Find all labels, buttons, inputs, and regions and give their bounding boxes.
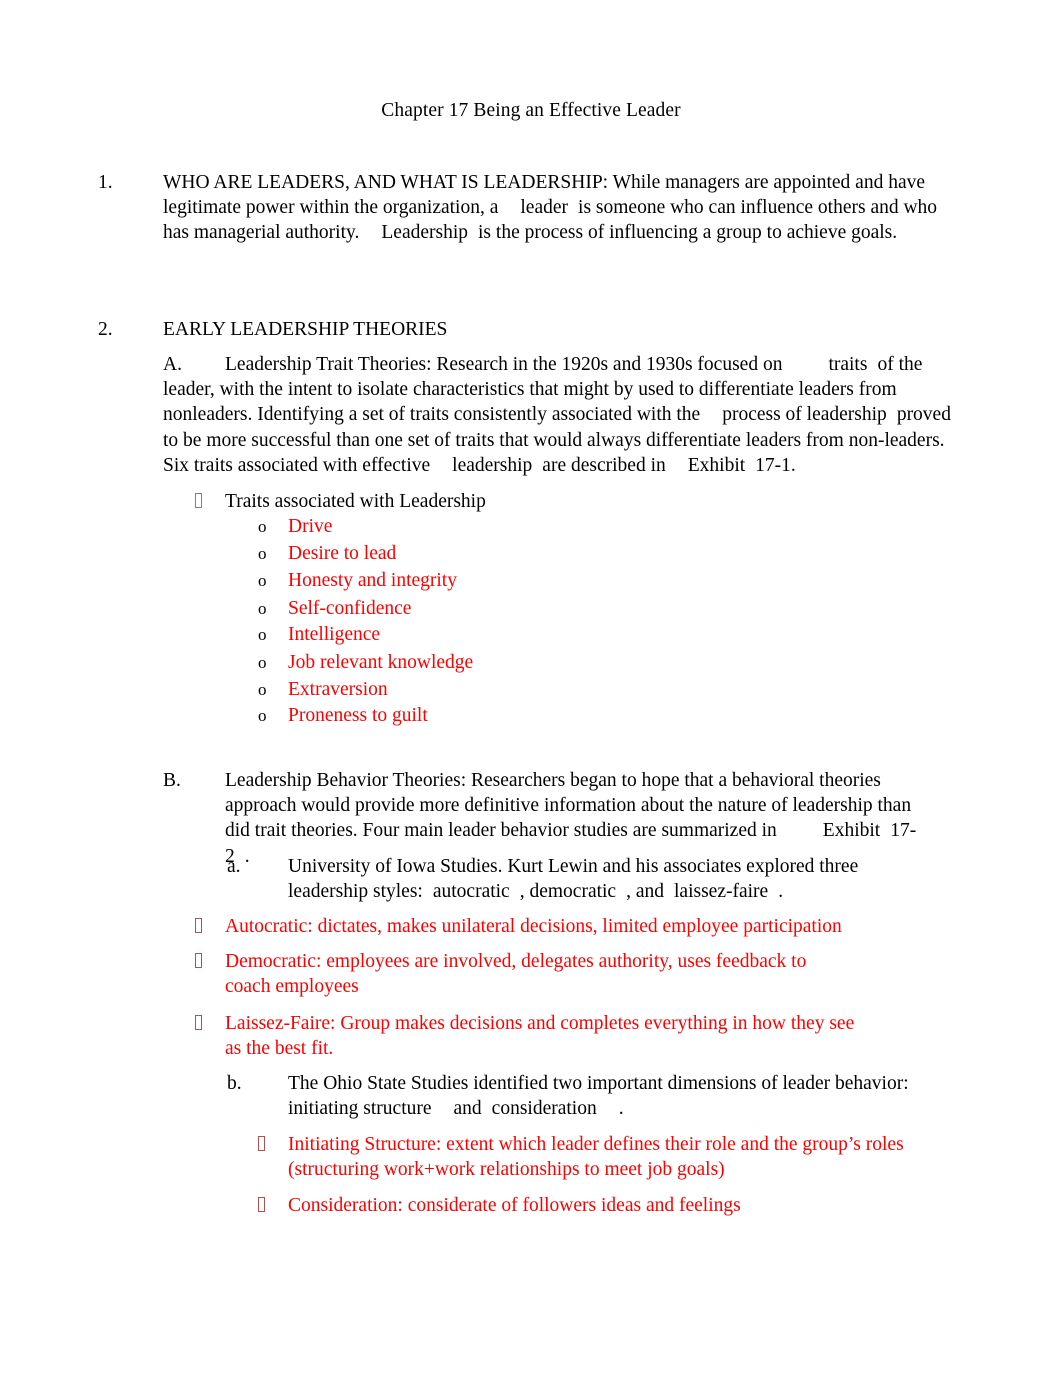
circle-bullet-icon: o bbox=[258, 517, 267, 536]
trait-label: Drive bbox=[288, 516, 333, 537]
list-item: o Self-confidence bbox=[258, 596, 858, 623]
item-b-part3: . bbox=[618, 1098, 624, 1120]
lettered-item-a: A. Leadership Trait Theories: Research i… bbox=[163, 352, 963, 478]
list-item: o Drive bbox=[258, 514, 858, 541]
item-b-part2: and bbox=[453, 1098, 482, 1120]
item-a-term-autocratic: autocratic bbox=[432, 881, 510, 903]
list-marker-1: 1. bbox=[98, 172, 113, 193]
item-b-part1: The Ohio State Studies identified two im… bbox=[288, 1073, 909, 1094]
list-marker-B: B. bbox=[163, 770, 181, 791]
item-b-text: The Ohio State Studies identified two im… bbox=[288, 1071, 927, 1121]
missing-glyph-bullet-icon bbox=[195, 1015, 202, 1030]
item-A-part4: are described in bbox=[542, 454, 666, 476]
bullet-democratic: Democratic: employees are involved, dele… bbox=[195, 949, 840, 999]
list-marker-a: a. bbox=[227, 856, 241, 877]
missing-glyph-bullet-icon bbox=[195, 493, 202, 508]
missing-glyph-bullet-icon bbox=[258, 1197, 265, 1212]
item-1-term-leadership: Leadership bbox=[381, 222, 469, 244]
item-b-term-initiating: initiating structure bbox=[288, 1098, 432, 1120]
item-A-term-traits: traits bbox=[828, 354, 868, 375]
item-B-term-exhibit: Exhibit bbox=[822, 820, 881, 842]
bullet-autocratic: Autocratic: dictates, makes unilateral d… bbox=[195, 914, 895, 939]
bullet-consideration-label: Consideration: considerate of followers … bbox=[288, 1195, 741, 1216]
item-A-term-exhibit: Exhibit bbox=[687, 454, 746, 476]
list-item: o Job relevant knowledge bbox=[258, 650, 858, 677]
page-title: Chapter 17 Being an Effective Leader bbox=[381, 100, 681, 121]
circle-bullet-icon: o bbox=[258, 625, 267, 644]
trait-label: Intelligence bbox=[288, 624, 381, 645]
item-1-term-leader: leader bbox=[520, 197, 569, 219]
item-a-text: University of Iowa Studies. Kurt Lewin a… bbox=[288, 854, 887, 904]
item-A-term-process: process of leadership bbox=[722, 404, 887, 426]
item-b-term-consideration: consideration bbox=[491, 1098, 597, 1120]
numbered-item-1: 1. WHO ARE LEADERS, AND WHAT IS LEADERSH… bbox=[98, 170, 958, 246]
item-A-part5: 17-1. bbox=[755, 454, 796, 476]
item-1-text: WHO ARE LEADERS, AND WHAT IS LEADERSHIP:… bbox=[163, 170, 958, 246]
bullet-traits-heading: Traits associated with Leadership bbox=[195, 489, 895, 514]
sub-item-b: b. The Ohio State Studies identified two… bbox=[227, 1071, 927, 1121]
circle-bullet-icon: o bbox=[258, 680, 267, 699]
bullet-traits-heading-label: Traits associated with Leadership bbox=[225, 491, 486, 512]
bullet-autocratic-label: Autocratic: dictates, makes unilateral d… bbox=[225, 916, 842, 937]
item-A-text: Leadership Trait Theories: Research in t… bbox=[163, 352, 963, 478]
item-a-part2: , democratic bbox=[519, 881, 617, 903]
trait-label: Honesty and integrity bbox=[288, 570, 457, 591]
missing-glyph-bullet-icon bbox=[195, 918, 202, 933]
circle-bullet-icon: o bbox=[258, 706, 267, 725]
list-item: o Desire to lead bbox=[258, 541, 858, 568]
list-marker-A: A. bbox=[163, 354, 182, 375]
circle-bullet-icon: o bbox=[258, 653, 267, 672]
trait-label: Job relevant knowledge bbox=[288, 652, 474, 673]
trait-label: Extraversion bbox=[288, 679, 388, 700]
document-page: Chapter 17 Being an Effective Leader 1. … bbox=[0, 0, 1062, 1377]
item-B-part1: Leadership Behavior Theories: Researcher… bbox=[225, 770, 912, 842]
trait-label: Proneness to guilt bbox=[288, 705, 428, 726]
list-item: o Extraversion bbox=[258, 677, 858, 704]
list-marker-b: b. bbox=[227, 1073, 242, 1094]
item-a-term-laissez: laissez-faire bbox=[674, 881, 769, 903]
list-item: o Honesty and integrity bbox=[258, 568, 858, 595]
bullet-consideration: Consideration: considerate of followers … bbox=[258, 1193, 918, 1218]
numbered-item-2: 2. EARLY LEADERSHIP THEORIES bbox=[98, 317, 958, 342]
bullet-laissez-faire: Laissez-Faire: Group makes decisions and… bbox=[195, 1011, 875, 1061]
trait-label: Desire to lead bbox=[288, 543, 397, 564]
list-item: o Proneness to guilt bbox=[258, 703, 858, 730]
circle-bullet-icon: o bbox=[258, 544, 267, 563]
list-item: o Intelligence bbox=[258, 622, 858, 649]
circle-bullet-icon: o bbox=[258, 571, 267, 590]
bullet-democratic-label: Democratic: employees are involved, dele… bbox=[225, 951, 807, 998]
trait-label: Self-confidence bbox=[288, 598, 412, 619]
item-2-heading: EARLY LEADERSHIP THEORIES bbox=[163, 319, 448, 340]
bullet-initiating-structure: Initiating Structure: extent which leade… bbox=[258, 1132, 918, 1182]
missing-glyph-bullet-icon bbox=[195, 953, 202, 968]
item-a-part4: . bbox=[778, 881, 784, 903]
sub-item-a: a. University of Iowa Studies. Kurt Lewi… bbox=[227, 854, 887, 904]
missing-glyph-bullet-icon bbox=[258, 1136, 265, 1151]
item-A-part1: Leadership Trait Theories: Research in t… bbox=[225, 354, 783, 375]
circle-bullet-icon: o bbox=[258, 599, 267, 618]
item-a-part3: , and bbox=[626, 881, 664, 903]
item-1-part3: is the process of influencing a group to… bbox=[478, 222, 898, 244]
bullet-initiating-structure-label: Initiating Structure: extent which leade… bbox=[288, 1134, 904, 1181]
bullet-laissez-faire-label: Laissez-Faire: Group makes decisions and… bbox=[225, 1013, 855, 1060]
list-marker-2: 2. bbox=[98, 319, 113, 340]
item-A-term-leadership: leadership bbox=[452, 454, 533, 476]
